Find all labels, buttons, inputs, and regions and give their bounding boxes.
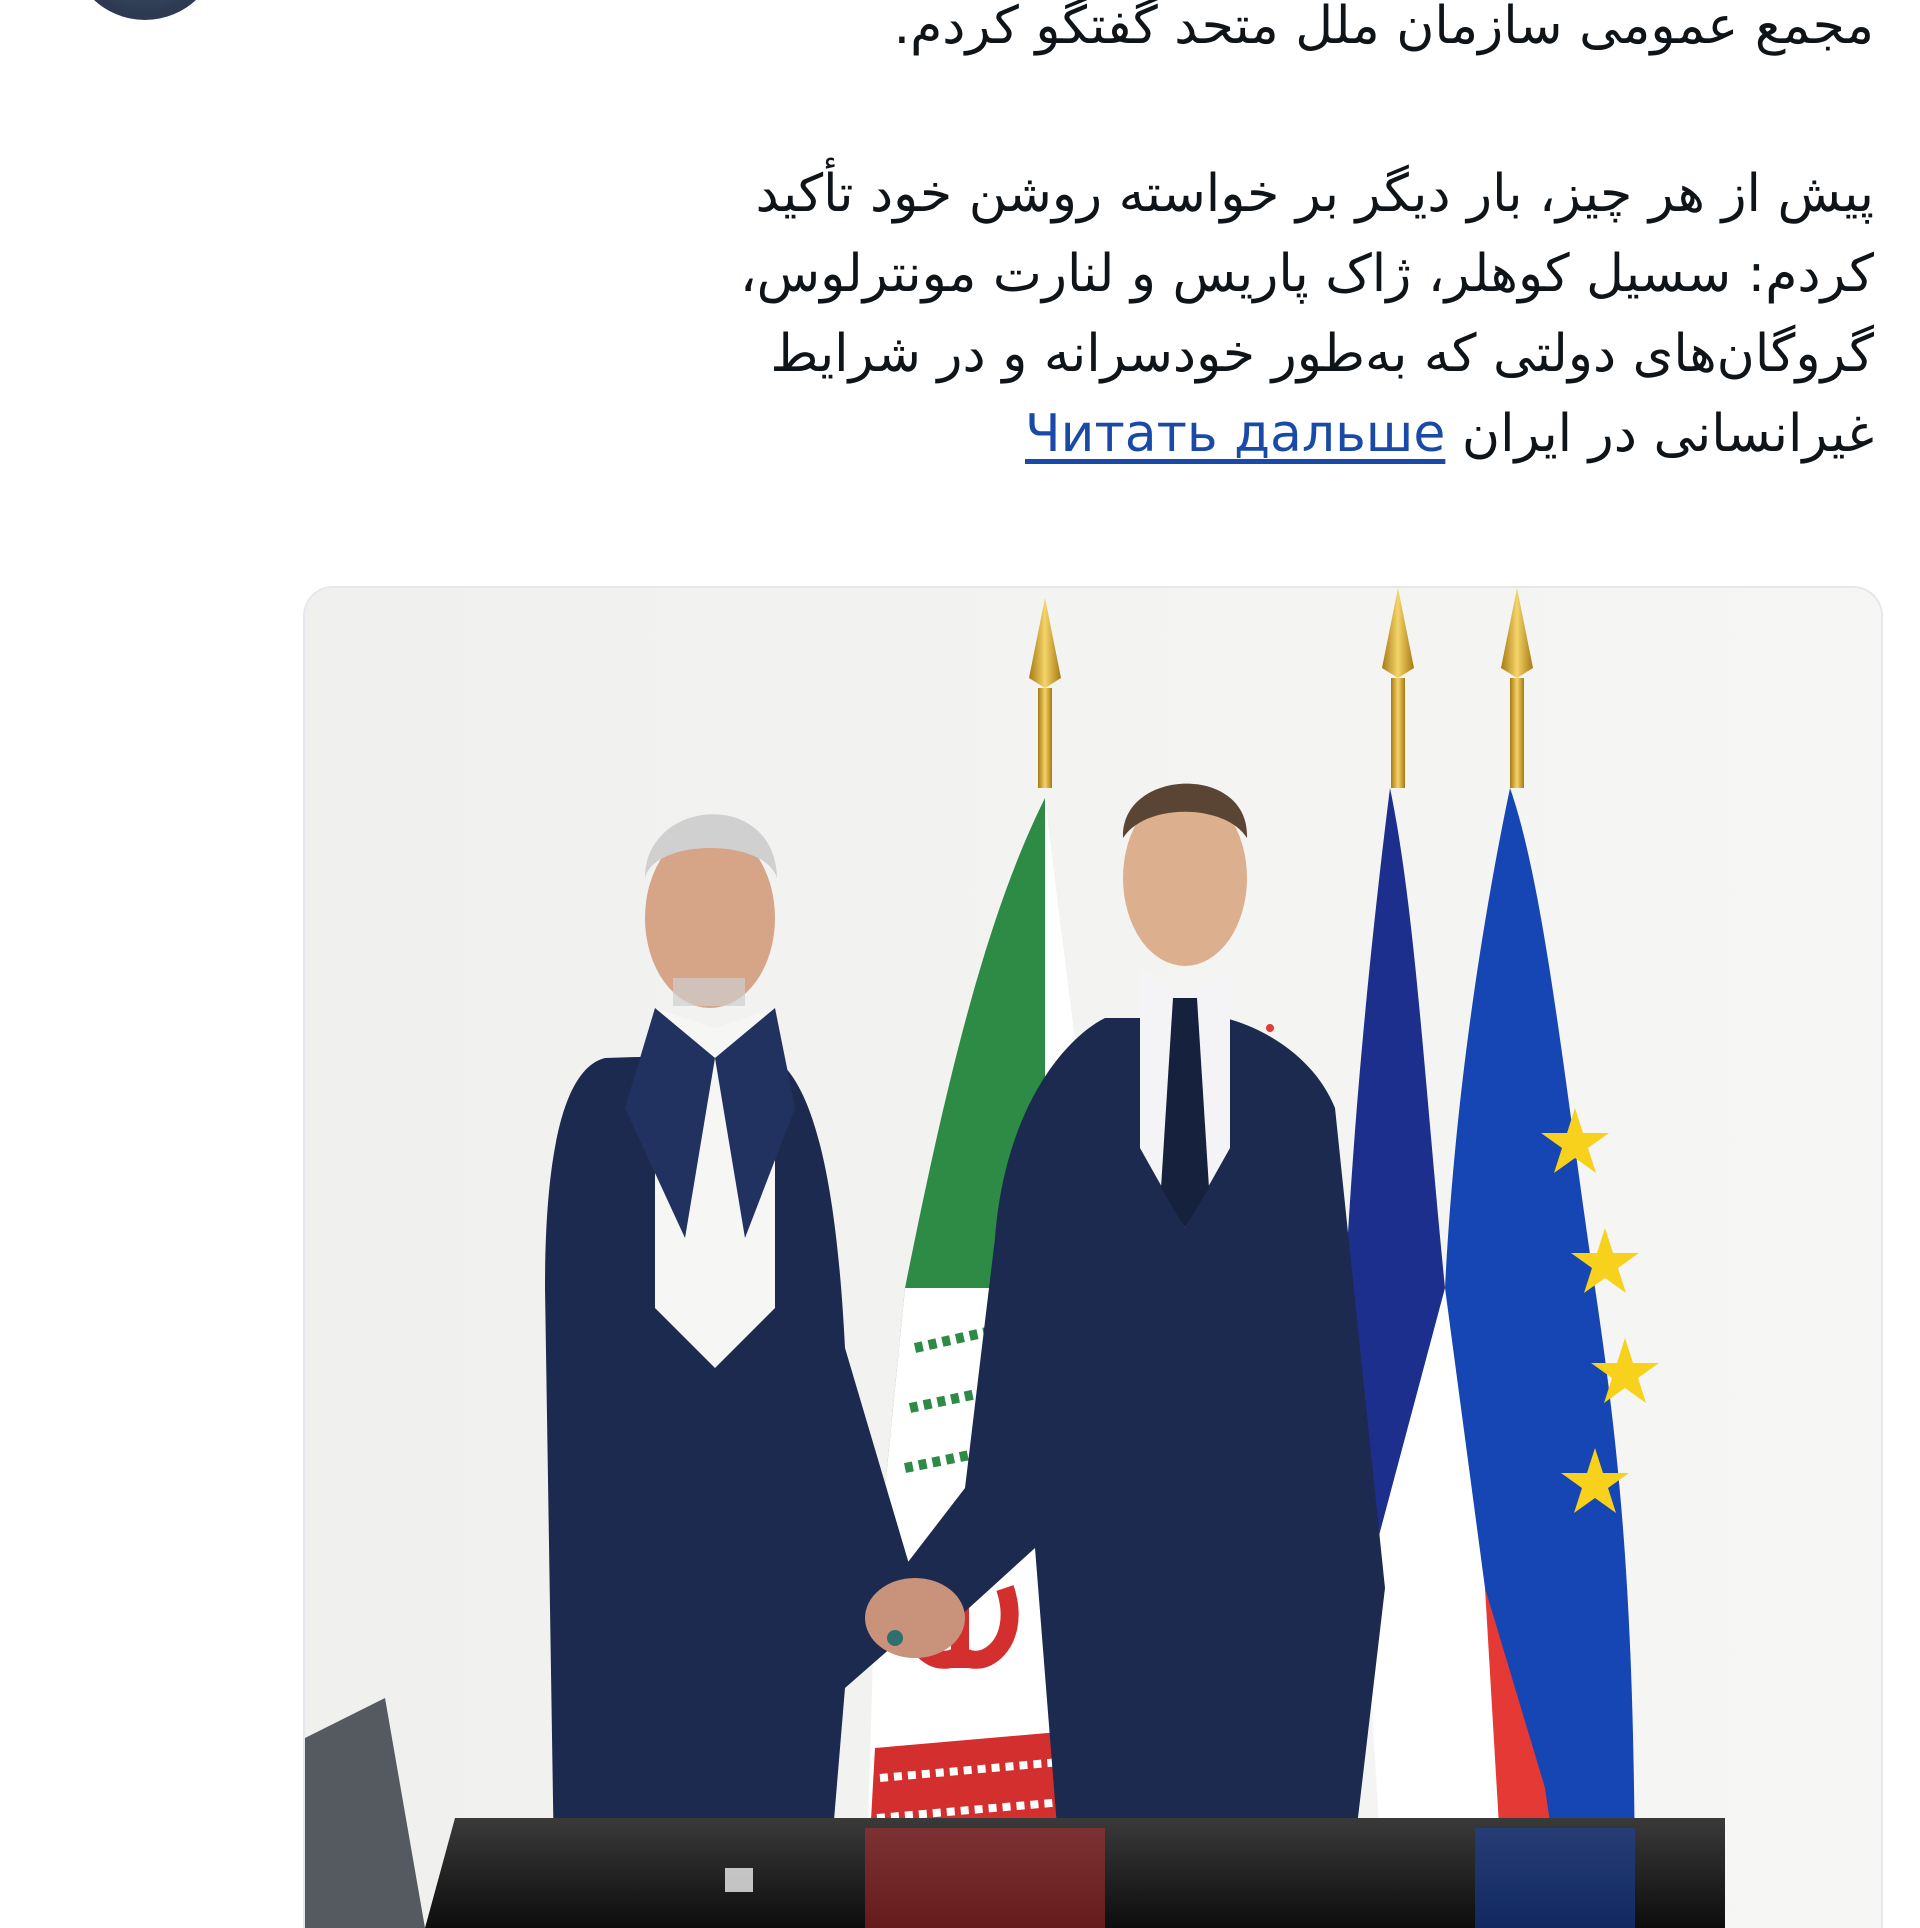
- read-more-link[interactable]: Читать дальше: [1025, 404, 1445, 464]
- photo-illustration: [305, 588, 1881, 1928]
- post-body: مجمع عمومی سازمان ملل متحد گفتگو کردم. پ…: [374, 0, 1874, 474]
- table: [425, 1818, 1725, 1928]
- author-avatar[interactable]: [70, 0, 220, 20]
- post-line-4: گروگان‌های دولتی که به‌طور خودسرانه و در…: [770, 324, 1874, 384]
- post-line-3: کردم: سسیل کوهلر، ژاک پاریس و لنارت مونت…: [739, 244, 1874, 304]
- post-line-1: مجمع عمومی سازمان ملل متحد گفتگو کردم.: [893, 0, 1874, 56]
- post-line-2: پیش از هر چیز، بار دیگر بر خواسته روشن خ…: [755, 164, 1874, 224]
- post-photo[interactable]: [303, 586, 1883, 1928]
- handshake: [865, 1578, 965, 1658]
- post-line-5: غیرانسانی در ایران Читать дальше: [374, 394, 1874, 474]
- post-line-5-text: غیرانسانی در ایران: [1461, 404, 1874, 464]
